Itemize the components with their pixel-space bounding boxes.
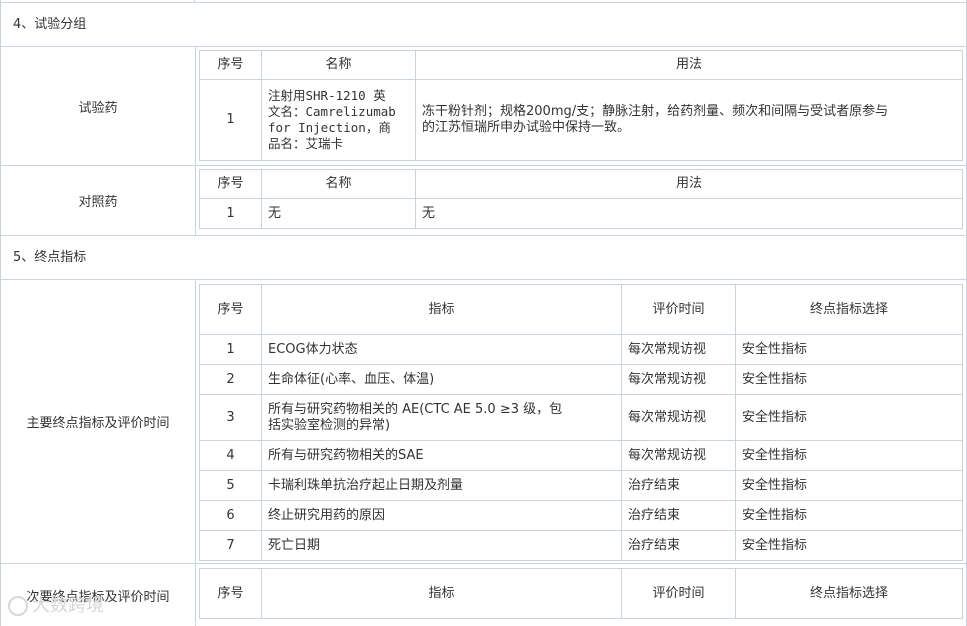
control-name-cell: 无: [261, 198, 416, 229]
eval-time-cell: 每次常规访视: [621, 440, 736, 471]
header-eval-time: 评价时间: [621, 568, 736, 619]
drug-name-line: 注射用SHR-1210 英: [268, 88, 386, 103]
indicator-cell: 生命体征(心率、血压、体温): [261, 364, 622, 395]
header-name: 名称: [261, 50, 416, 80]
indicator-cell: 终止研究用药的原因: [261, 500, 622, 531]
control-drug-row: 对照药 序号 名称 用法 1 无 无: [1, 166, 966, 236]
secondary-endpoints-table: 序号 指标 评价时间 终点指标选择: [199, 568, 963, 619]
header-no: 序号: [199, 568, 262, 619]
header-indicator: 指标: [261, 284, 622, 335]
indicator-cell: 所有与研究药物相关的 AE(CTC AE 5.0 ≥3 级，包 括实验室检测的异…: [261, 394, 622, 441]
primary-header-row: 序号 指标 评价时间 终点指标选择: [199, 284, 963, 335]
drug-name-cell: 注射用SHR-1210 英 文名：Camrelizumab for Inject…: [261, 79, 416, 161]
row-no: 1: [199, 198, 262, 229]
indicator-line: 括实验室检测的异常): [268, 417, 391, 433]
indicator-line: 所有与研究药物相关的 AE(CTC AE 5.0 ≥3 级，包: [268, 401, 563, 417]
endpoint-type-cell: 安全性指标: [735, 530, 963, 561]
endpoint-type-cell: 安全性指标: [735, 440, 963, 471]
indicator-cell: ECOG体力状态: [261, 334, 622, 365]
drug-name-line: 品名：艾瑞卡: [268, 136, 344, 151]
indicator-cell: 卡瑞利珠单抗治疗起止日期及剂量: [261, 470, 622, 501]
test-drug-table: 序号 名称 用法 1 注射用SHR-1210 英 文名：Camrelizumab…: [199, 50, 963, 161]
header-endpoint-type: 终点指标选择: [735, 568, 963, 619]
primary-endpoints-table: 序号 指标 评价时间 终点指标选择 1 ECOG体力状态 每次常规访视 安全性指…: [199, 284, 963, 561]
header-no: 序号: [199, 50, 262, 80]
table-row: 7 死亡日期 治疗结束 安全性指标: [199, 530, 963, 561]
watermark: 大数跨境: [8, 594, 104, 618]
table-row: 5 卡瑞利珠单抗治疗起止日期及剂量 治疗结束 安全性指标: [199, 470, 963, 501]
test-drug-label: 试验药: [1, 47, 196, 165]
control-drug-content: 序号 名称 用法 1 无 无: [196, 166, 966, 235]
eval-time-cell: 治疗结束: [621, 500, 736, 531]
endpoint-type-cell: 安全性指标: [735, 364, 963, 395]
header-usage: 用法: [415, 169, 963, 199]
eval-time-cell: 每次常规访视: [621, 364, 736, 395]
primary-endpoints-label: 主要终点指标及评价时间: [1, 280, 196, 563]
row-no: 4: [199, 440, 262, 471]
secondary-endpoints-content: 序号 指标 评价时间 终点指标选择: [196, 564, 966, 626]
section-title-endpoints: 5、终点指标: [1, 236, 966, 280]
table-row: 3 所有与研究药物相关的 AE(CTC AE 5.0 ≥3 级，包 括实验室检测…: [199, 394, 963, 441]
drug-usage-line: 冻干粉针剂；规格200mg/支；静脉注射，给药剂量、频次和间隔与受试者原参与: [422, 104, 889, 119]
control-drug-label: 对照药: [1, 166, 196, 235]
watermark-logo-icon: [8, 596, 28, 616]
primary-endpoints-row: 主要终点指标及评价时间 序号 指标 评价时间 终点指标选择 1 ECOG体力状态…: [1, 280, 966, 564]
header-indicator: 指标: [261, 568, 622, 619]
test-drug-row: 试验药 序号 名称 用法 1 注射用SHR-1210 英 文名：Camreliz…: [1, 47, 966, 166]
test-drug-content: 序号 名称 用法 1 注射用SHR-1210 英 文名：Camrelizumab…: [196, 47, 966, 165]
drug-usage-line: 的江苏恒瑞所申办试验中保持一致。: [422, 120, 631, 135]
eval-time-cell: 治疗结束: [621, 530, 736, 561]
endpoint-type-cell: 安全性指标: [735, 334, 963, 365]
row-no: 3: [199, 394, 262, 441]
header-no: 序号: [199, 169, 262, 199]
row-no: 5: [199, 470, 262, 501]
top-divider-tick: [194, 0, 195, 3]
row-no: 7: [199, 530, 262, 561]
row-no: 1: [199, 79, 262, 161]
page: 4、试验分组 试验药 序号 名称 用法 1 注射用SHR-1210 英 文名：C…: [0, 0, 967, 626]
drug-usage-cell: 冻干粉针剂；规格200mg/支；静脉注射，给药剂量、频次和间隔与受试者原参与 的…: [415, 79, 963, 161]
table-row: 1 无 无: [199, 198, 963, 229]
table-row: 1 注射用SHR-1210 英 文名：Camrelizumab for Inje…: [199, 79, 963, 161]
section-title-grouping: 4、试验分组: [1, 3, 966, 47]
test-drug-header-row: 序号 名称 用法: [199, 50, 963, 80]
drug-name-line: 文名：Camrelizumab: [268, 104, 396, 119]
eval-time-cell: 每次常规访视: [621, 394, 736, 441]
table-row: 4 所有与研究药物相关的SAE 每次常规访视 安全性指标: [199, 440, 963, 471]
primary-endpoints-content: 序号 指标 评价时间 终点指标选择 1 ECOG体力状态 每次常规访视 安全性指…: [196, 280, 966, 563]
row-no: 1: [199, 334, 262, 365]
header-endpoint-type: 终点指标选择: [735, 284, 963, 335]
table-row: 2 生命体征(心率、血压、体温) 每次常规访视 安全性指标: [199, 364, 963, 395]
trial-info-table: 4、试验分组 试验药 序号 名称 用法 1 注射用SHR-1210 英 文名：C…: [0, 0, 967, 626]
header-name: 名称: [261, 169, 416, 199]
header-usage: 用法: [415, 50, 963, 80]
header-no: 序号: [199, 284, 262, 335]
control-drug-header-row: 序号 名称 用法: [199, 169, 963, 199]
endpoint-type-cell: 安全性指标: [735, 470, 963, 501]
eval-time-cell: 每次常规访视: [621, 334, 736, 365]
indicator-cell: 死亡日期: [261, 530, 622, 561]
secondary-header-row: 序号 指标 评价时间 终点指标选择: [199, 568, 963, 619]
endpoint-type-cell: 安全性指标: [735, 500, 963, 531]
control-drug-table: 序号 名称 用法 1 无 无: [199, 169, 963, 229]
control-usage-cell: 无: [415, 198, 963, 229]
table-row: 6 终止研究用药的原因 治疗结束 安全性指标: [199, 500, 963, 531]
endpoint-type-cell: 安全性指标: [735, 394, 963, 441]
row-no: 6: [199, 500, 262, 531]
table-row: 1 ECOG体力状态 每次常规访视 安全性指标: [199, 334, 963, 365]
header-eval-time: 评价时间: [621, 284, 736, 335]
indicator-cell: 所有与研究药物相关的SAE: [261, 440, 622, 471]
watermark-text: 大数跨境: [32, 595, 104, 616]
eval-time-cell: 治疗结束: [621, 470, 736, 501]
drug-name-line: for Injection，商: [268, 120, 391, 135]
secondary-endpoints-row: 次要终点指标及评价时间 序号 指标 评价时间 终点指标选择: [1, 564, 966, 626]
row-no: 2: [199, 364, 262, 395]
